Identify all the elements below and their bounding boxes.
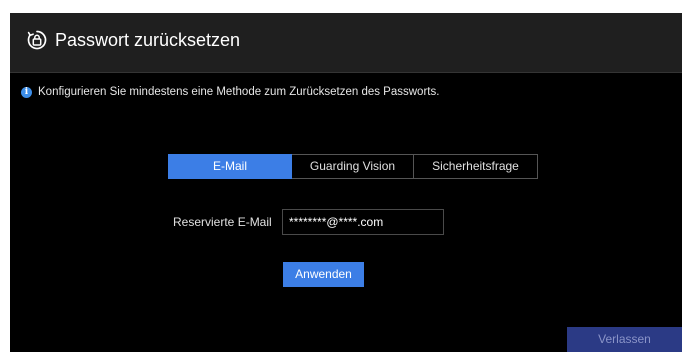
reserved-email-field[interactable]: ********@****.com: [282, 209, 444, 235]
dialog-titlebar: Passwort zurücksetzen: [10, 13, 682, 73]
dialog-title: Passwort zurücksetzen: [55, 30, 241, 50]
info-message: i Konfigurieren Sie mindestens eine Meth…: [21, 84, 439, 100]
tab-security-question[interactable]: Sicherheitsfrage: [414, 154, 538, 179]
reset-password-dialog: Passwort zurücksetzen i Konfigurieren Si…: [10, 13, 682, 352]
lock-reset-icon: [26, 29, 48, 51]
apply-button[interactable]: Anwenden: [283, 262, 364, 287]
info-text: Konfigurieren Sie mindestens eine Method…: [38, 86, 440, 98]
info-icon: i: [21, 86, 32, 98]
tab-guarding-vision[interactable]: Guarding Vision: [292, 154, 414, 179]
tab-email[interactable]: E-Mail: [168, 154, 292, 179]
reset-method-tabs: E-Mail Guarding Vision Sicherheitsfrage: [168, 154, 538, 179]
reserved-email-label: Reservierte E-Mail: [173, 215, 272, 229]
exit-button[interactable]: Verlassen: [567, 327, 682, 352]
